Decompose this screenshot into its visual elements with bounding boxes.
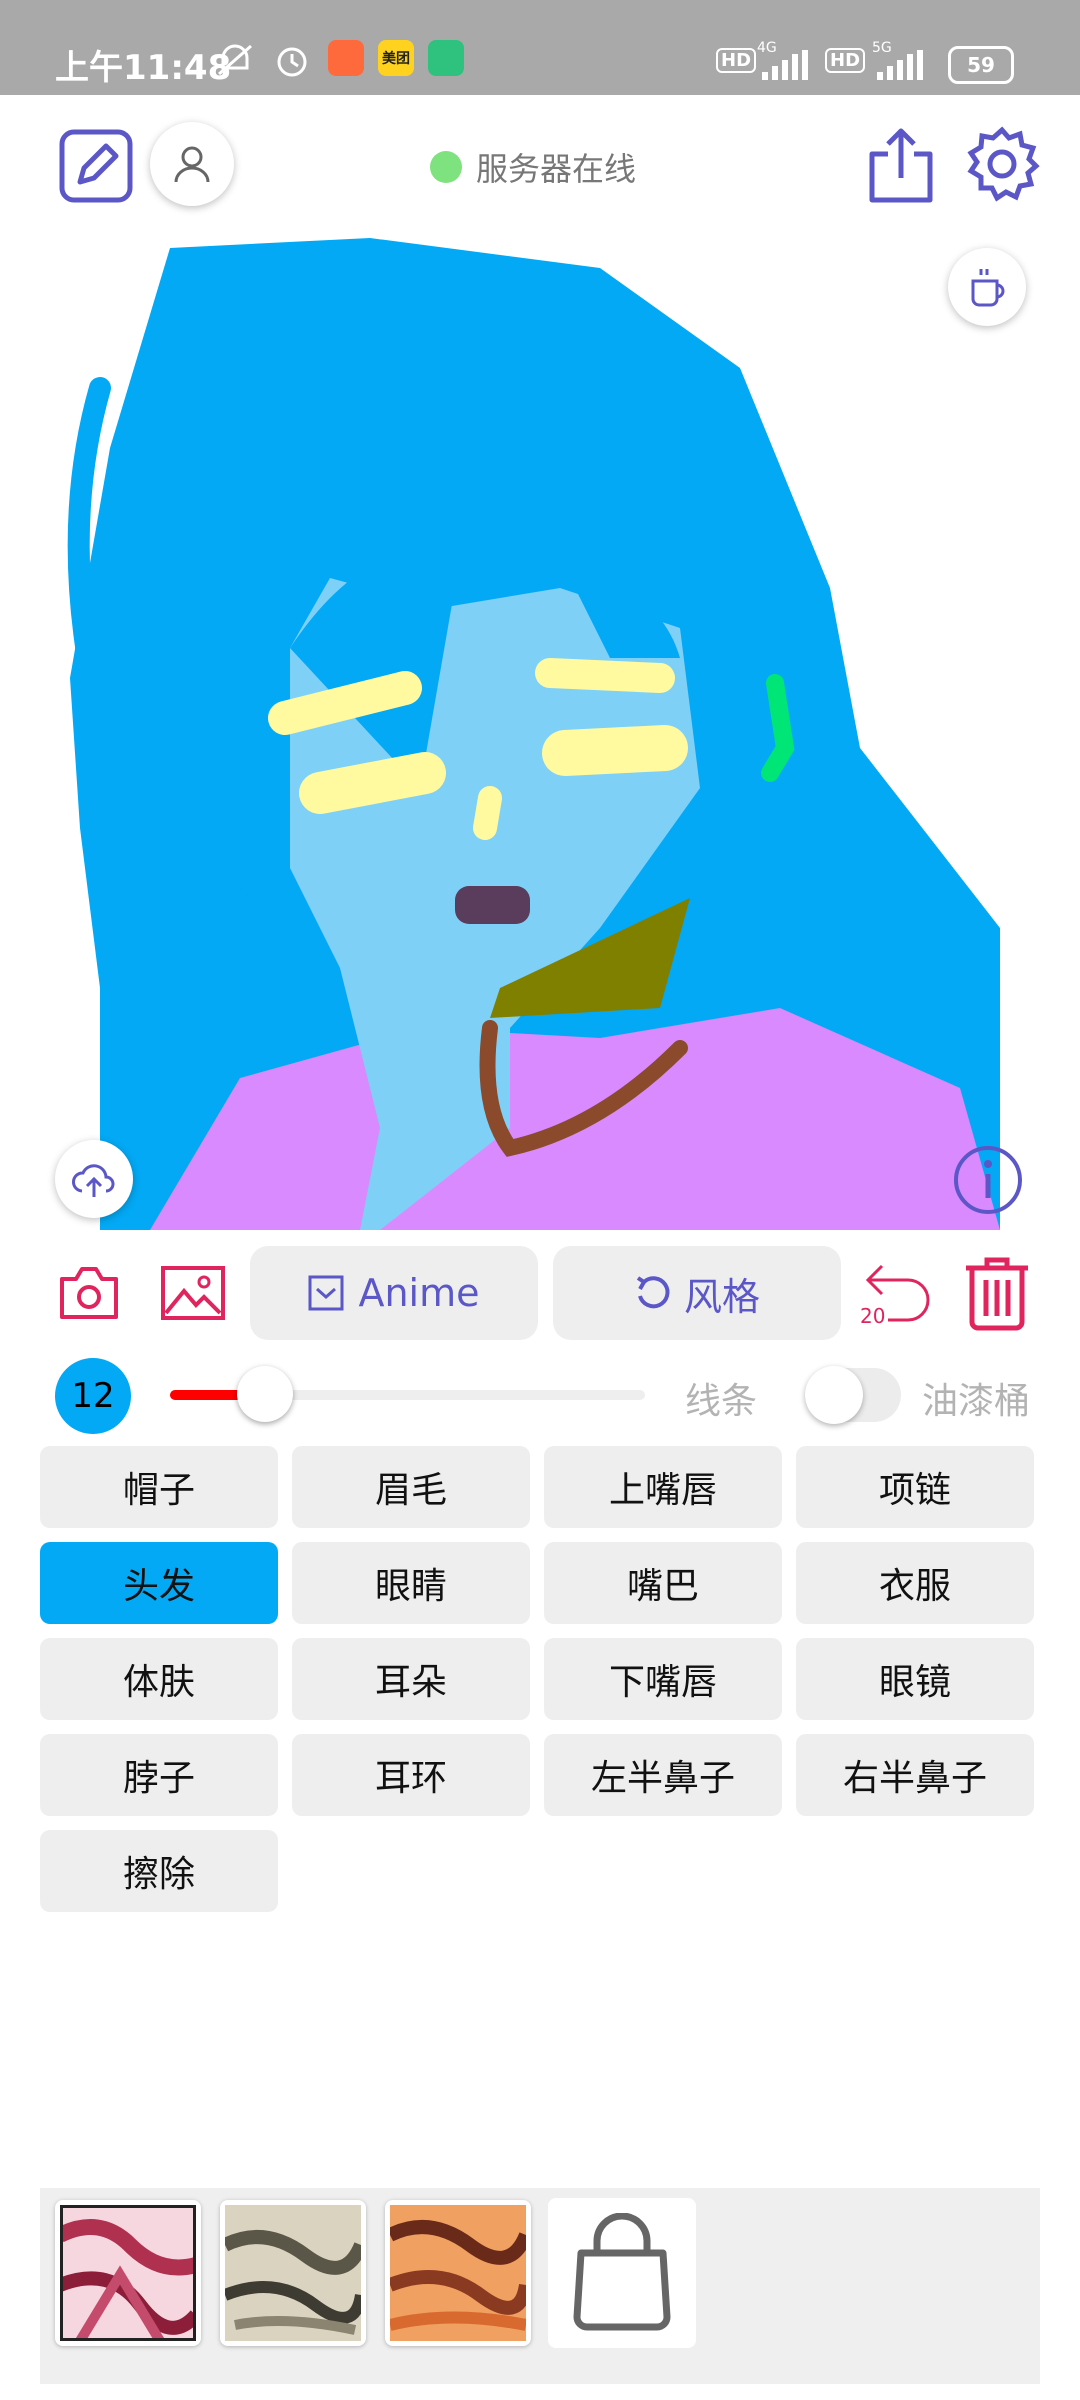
label-button-text: 头发: [122, 1566, 195, 1607]
label-button-14[interactable]: 左半鼻子: [544, 1734, 782, 1816]
style-swatch-1-image: [60, 2205, 196, 2341]
label-button-text: 耳环: [374, 1758, 447, 1799]
label-button-12[interactable]: 脖子: [40, 1734, 278, 1816]
label-grid: 帽子 眉毛 上嘴唇 项链头发 眼睛 嘴巴 衣服体肤 耳朵 下嘴唇 眼镜脖子 耳环 左半鼻子 右半鼻子擦除: [40, 1446, 1038, 1926]
label-button-text: 衣服: [878, 1566, 951, 1607]
right-eyebrow: [535, 658, 675, 693]
hd-badge-2: HD: [825, 48, 866, 73]
hd-badge-1: HD: [716, 48, 757, 73]
label-button-0[interactable]: 帽子: [40, 1446, 278, 1528]
status-dot: [430, 151, 462, 183]
paint-bucket-label: 油漆桶: [922, 1381, 1031, 1422]
label-button-text: 耳朵: [374, 1662, 447, 1703]
label-button-6[interactable]: 嘴巴: [544, 1542, 782, 1624]
brush-size-badge: 12: [55, 1358, 131, 1434]
status-bar: 上午11:48 美团 HD 4G HD 5G 59: [0, 0, 1080, 95]
brush-size-slider-fill: [170, 1390, 247, 1400]
label-button-text: 上嘴唇: [608, 1470, 717, 1511]
share-icon[interactable]: [866, 126, 936, 204]
gear-icon[interactable]: [964, 126, 1040, 202]
label-button-8[interactable]: 体肤: [40, 1638, 278, 1720]
nose: [473, 786, 502, 840]
label-button-text: 帽子: [122, 1470, 195, 1511]
label-button-text: 下嘴唇: [608, 1662, 717, 1703]
alarm-icon: [277, 47, 307, 77]
meituan-label: 美团: [382, 51, 410, 67]
anime-model-button[interactable]: Anime: [250, 1246, 538, 1340]
label-button-text: 擦除: [122, 1854, 195, 1895]
label-button-text: 眉毛: [374, 1470, 447, 1511]
signal-icon-1: [762, 50, 808, 80]
edit-icon[interactable]: [58, 128, 134, 204]
style-swatch-2[interactable]: [220, 2200, 366, 2346]
trash-icon[interactable]: [962, 1256, 1032, 1332]
cloud-upload-icon: [72, 1164, 115, 1197]
style-button[interactable]: 风格: [553, 1246, 841, 1340]
label-button-16[interactable]: 擦除: [40, 1830, 278, 1912]
checkbox-icon: [308, 1275, 344, 1311]
anime-label: Anime: [358, 1271, 480, 1315]
undo-count: 20: [860, 1304, 886, 1328]
user-button[interactable]: [150, 122, 234, 206]
mute-icon: [218, 44, 252, 76]
brush-size-slider-thumb[interactable]: [237, 1366, 293, 1422]
image-icon[interactable]: [160, 1265, 226, 1321]
shop-button[interactable]: [548, 2198, 696, 2348]
style-swatch-3[interactable]: [385, 2200, 531, 2346]
label-button-4[interactable]: 头发: [40, 1542, 278, 1624]
refresh-icon: [636, 1276, 670, 1309]
toggle-knob: [805, 1366, 863, 1424]
label-button-text: 右半鼻子: [842, 1758, 987, 1799]
brush-size-value: 12: [71, 1376, 115, 1416]
server-status: 服务器在线: [430, 145, 636, 189]
label-button-text: 体肤: [122, 1662, 195, 1703]
coffee-icon: [971, 269, 1005, 307]
server-status-label: 服务器在线: [476, 150, 637, 188]
taobao-app-icon: [328, 40, 364, 76]
label-button-text: 项链: [878, 1470, 951, 1511]
paint-bucket-toggle[interactable]: [805, 1366, 901, 1424]
signal-icon-2: [877, 50, 923, 80]
app-notification-icon: [428, 40, 464, 76]
style-swatch-2-image: [225, 2205, 361, 2341]
undo-button[interactable]: 20: [858, 1258, 934, 1330]
label-button-11[interactable]: 眼镜: [796, 1638, 1034, 1720]
info-icon[interactable]: [952, 1144, 1024, 1216]
label-button-text: 眼镜: [878, 1662, 951, 1703]
label-button-text: 嘴巴: [626, 1566, 699, 1607]
label-button-text: 眼睛: [374, 1566, 447, 1607]
upload-button[interactable]: [55, 1140, 133, 1218]
label-button-10[interactable]: 下嘴唇: [544, 1638, 782, 1720]
label-button-13[interactable]: 耳环: [292, 1734, 530, 1816]
style-swatch-3-image: [390, 2205, 526, 2341]
label-button-2[interactable]: 上嘴唇: [544, 1446, 782, 1528]
style-swatch-1[interactable]: [55, 2200, 201, 2346]
label-button-1[interactable]: 眉毛: [292, 1446, 530, 1528]
camera-icon[interactable]: [58, 1265, 120, 1321]
drawing-canvas[interactable]: [40, 228, 1040, 1230]
style-label: 风格: [683, 1274, 760, 1319]
meituan-app-icon: 美团: [378, 40, 414, 76]
coffee-button[interactable]: [948, 248, 1026, 326]
battery-icon: 59: [948, 46, 1014, 84]
label-button-9[interactable]: 耳朵: [292, 1638, 530, 1720]
status-time: 上午11:48: [55, 48, 232, 88]
shopping-bag-icon: [573, 2213, 671, 2331]
battery-level: 59: [967, 53, 995, 77]
label-button-text: 左半鼻子: [590, 1758, 735, 1799]
label-button-3[interactable]: 项链: [796, 1446, 1034, 1528]
line-mode-label: 线条: [685, 1381, 758, 1422]
mouth-shape: [455, 886, 530, 924]
label-button-7[interactable]: 衣服: [796, 1542, 1034, 1624]
label-button-5[interactable]: 眼睛: [292, 1542, 530, 1624]
left-eye: [299, 752, 446, 814]
right-eye: [542, 725, 688, 776]
user-icon: [174, 146, 210, 183]
label-button-15[interactable]: 右半鼻子: [796, 1734, 1034, 1816]
label-button-text: 脖子: [122, 1758, 195, 1799]
